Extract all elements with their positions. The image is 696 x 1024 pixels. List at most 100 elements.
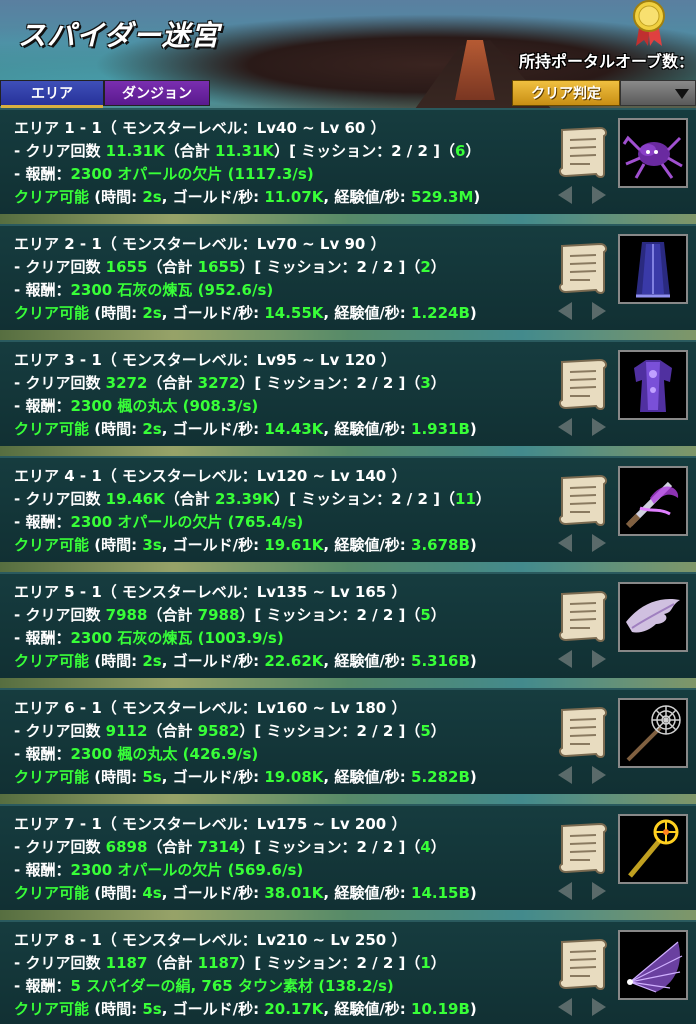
clear-count: 1655 xyxy=(105,258,148,276)
clearable-status: クリア可能 xyxy=(14,188,90,206)
scroll-icon[interactable] xyxy=(556,936,610,992)
golden-staff-icon[interactable] xyxy=(618,814,688,884)
clearable-status: クリア可能 xyxy=(14,1000,90,1018)
status-line: クリア可能 (時間: 2s, ゴールド/秒: 14.55K, 経験値/秒: 1.… xyxy=(14,304,477,322)
area-row[interactable]: エリア 5 - 1（ モンスターレベル：Lv135 ~ Lv 165 ） - クリ… xyxy=(0,572,696,678)
clear-total: 1655 xyxy=(197,258,240,276)
area-info: エリア 2 - 1（ モンスターレベル：Lv70 ~ Lv 90 ） - クリア回… xyxy=(14,233,477,325)
tab-dungeon[interactable]: ダンジョン xyxy=(104,80,210,106)
arrow-right-icon[interactable] xyxy=(592,534,606,552)
exp-per-sec: 10.19B xyxy=(411,1000,470,1018)
area-title: エリア 2 - 1（ モンスターレベル：Lv70 ~ Lv 90 ） xyxy=(14,235,386,253)
reward-rate: (765.4/s) xyxy=(227,513,304,531)
area-row[interactable]: エリア 4 - 1（ モンスターレベル：Lv120 ~ Lv 140 ） - クリ… xyxy=(0,456,696,562)
exp-per-sec: 3.678B xyxy=(411,536,470,554)
arrow-right-icon[interactable] xyxy=(592,766,606,784)
scroll-icon[interactable] xyxy=(556,124,610,180)
chevron-down-icon xyxy=(675,89,689,99)
arrow-left-icon[interactable] xyxy=(558,998,572,1016)
area-row[interactable]: エリア 3 - 1（ モンスターレベル：Lv95 ~ Lv 120 ） - クリア… xyxy=(0,340,696,446)
exp-per-sec: 5.282B xyxy=(411,768,470,786)
area-row[interactable]: エリア 6 - 1（ モンスターレベル：Lv160 ~ Lv 180 ） - クリ… xyxy=(0,688,696,794)
area-info: エリア 3 - 1（ モンスターレベル：Lv95 ~ Lv 120 ） - クリア… xyxy=(14,349,477,441)
mission-count: 11 xyxy=(455,490,476,508)
arrow-left-icon[interactable] xyxy=(558,418,572,436)
scroll-icon[interactable] xyxy=(556,820,610,876)
clear-count-line: - クリア回数 7988（合計 7988）[ ミッション：2 / 2 ]（5） xyxy=(14,606,446,624)
area-info: エリア 6 - 1（ モンスターレベル：Lv160 ~ Lv 180 ） - クリ… xyxy=(14,697,477,789)
reward-value: 2300 オパールの欠片 xyxy=(70,165,223,183)
wing-icon[interactable] xyxy=(618,582,688,652)
reward-value: 2300 石灰の煉瓦 xyxy=(70,629,193,647)
reward-rate: (426.9/s) xyxy=(182,745,259,763)
area-title: エリア 4 - 1（ モンスターレベル：Lv120 ~ Lv 140 ） xyxy=(14,467,407,485)
reward-rate: (1003.9/s) xyxy=(197,629,284,647)
clear-total: 3272 xyxy=(197,374,240,392)
exp-per-sec: 14.15B xyxy=(411,884,470,902)
area-row[interactable]: エリア 7 - 1（ モンスターレベル：Lv175 ~ Lv 200 ） - クリ… xyxy=(0,804,696,910)
scroll-icon[interactable] xyxy=(556,704,610,760)
dropdown-button[interactable] xyxy=(620,80,696,106)
mission-count: 4 xyxy=(420,838,431,856)
clear-time: 2s xyxy=(142,652,162,670)
arrow-left-icon[interactable] xyxy=(558,766,572,784)
clear-count: 11.31K xyxy=(105,142,165,160)
area-row[interactable]: エリア 8 - 1（ モンスターレベル：Lv210 ~ Lv 250 ） - クリ… xyxy=(0,920,696,1024)
row-separator xyxy=(0,214,696,224)
clear-time: 2s xyxy=(142,188,162,206)
clear-judgement-button[interactable]: クリア判定 xyxy=(512,80,620,106)
mission-count: 3 xyxy=(420,374,431,392)
mission-count: 1 xyxy=(420,954,431,972)
clear-time: 4s xyxy=(142,884,162,902)
scroll-icon[interactable] xyxy=(556,240,610,296)
reward-line: - 報酬：2300 オパールの欠片 (765.4/s) xyxy=(14,513,304,531)
area-info: エリア 7 - 1（ モンスターレベル：Lv175 ~ Lv 200 ） - クリ… xyxy=(14,813,477,905)
clear-count-line: - クリア回数 6898（合計 7314）[ ミッション：2 / 2 ]（4） xyxy=(14,838,446,856)
area-row[interactable]: エリア 1 - 1（ モンスターレベル：Lv40 ~ Lv 60 ） - クリア回… xyxy=(0,108,696,214)
area-info: エリア 1 - 1（ モンスターレベル：Lv40 ~ Lv 60 ） - クリア回… xyxy=(14,117,480,209)
cape-icon[interactable] xyxy=(618,234,688,304)
clear-count-line: - クリア回数 1655（合計 1655）[ ミッション：2 / 2 ]（2） xyxy=(14,258,446,276)
area-row[interactable]: エリア 2 - 1（ モンスターレベル：Lv70 ~ Lv 90 ） - クリア回… xyxy=(0,224,696,330)
exp-per-sec: 1.224B xyxy=(411,304,470,322)
clearable-status: クリア可能 xyxy=(14,884,90,902)
scroll-icon[interactable] xyxy=(556,356,610,412)
web-staff-icon[interactable] xyxy=(618,698,688,768)
reward-line: - 報酬：5 スパイダーの絹, 765 タウン素材 (138.2/s) xyxy=(14,977,394,995)
gold-per-sec: 19.61K xyxy=(264,536,324,554)
portal-orb-count-label: 所持ポータルオーブ数： xyxy=(518,52,694,71)
arrow-left-icon[interactable] xyxy=(558,186,572,204)
scroll-icon[interactable] xyxy=(556,472,610,528)
arrow-right-icon[interactable] xyxy=(592,186,606,204)
exp-per-sec: 5.316B xyxy=(411,652,470,670)
clearable-status: クリア可能 xyxy=(14,536,90,554)
tab-area[interactable]: エリア xyxy=(0,80,104,108)
arrow-right-icon[interactable] xyxy=(592,882,606,900)
mission-count: 5 xyxy=(420,722,431,740)
area-info: エリア 8 - 1（ モンスターレベル：Lv210 ~ Lv 250 ） - クリ… xyxy=(14,929,477,1021)
clear-count: 6898 xyxy=(105,838,148,856)
scroll-icon[interactable] xyxy=(556,588,610,644)
row-separator xyxy=(0,446,696,456)
spider-icon[interactable] xyxy=(618,118,688,188)
arrow-right-icon[interactable] xyxy=(592,998,606,1016)
clear-count-line: - クリア回数 11.31K（合計 11.31K）[ ミッション：2 / 2 ]… xyxy=(14,142,481,160)
sword-icon[interactable] xyxy=(618,466,688,536)
fan-icon[interactable] xyxy=(618,930,688,1000)
robe-icon[interactable] xyxy=(618,350,688,420)
mission-count: 5 xyxy=(420,606,431,624)
arrow-left-icon[interactable] xyxy=(558,882,572,900)
reward-rate: (952.6/s) xyxy=(197,281,274,299)
arrow-right-icon[interactable] xyxy=(592,302,606,320)
arrow-right-icon[interactable] xyxy=(592,650,606,668)
status-line: クリア可能 (時間: 2s, ゴールド/秒: 14.43K, 経験値/秒: 1.… xyxy=(14,420,477,438)
reward-rate: (569.6/s) xyxy=(227,861,304,879)
arrow-left-icon[interactable] xyxy=(558,302,572,320)
arrow-right-icon[interactable] xyxy=(592,418,606,436)
arrow-left-icon[interactable] xyxy=(558,650,572,668)
arrow-left-icon[interactable] xyxy=(558,534,572,552)
row-separator xyxy=(0,910,696,920)
status-line: クリア可能 (時間: 2s, ゴールド/秒: 22.62K, 経験値/秒: 5.… xyxy=(14,652,477,670)
gold-per-sec: 11.07K xyxy=(264,188,324,206)
clear-total: 9582 xyxy=(197,722,240,740)
